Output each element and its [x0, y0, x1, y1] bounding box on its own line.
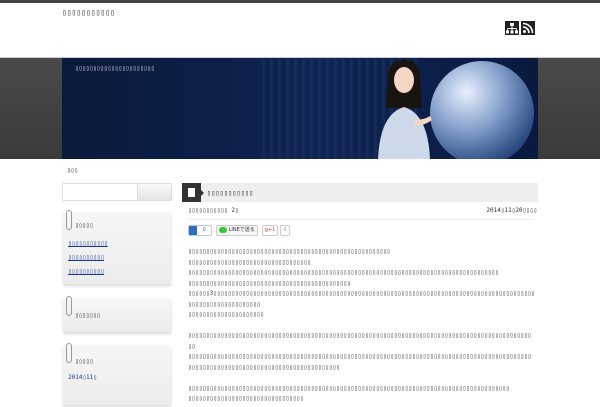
body-line: ▯▯▯▯▯▯▯▯▯▯▯▯▯▯▯▯▯▯▯▯▯▯▯▯▯▯▯▯▯▯▯▯▯▯▯▯▯▯▯▯…	[188, 363, 340, 371]
post-body: ▯▯▯▯▯▯▯▯▯▯▯▯▯▯▯▯▯▯▯▯▯▯▯▯▯▯▯▯▯▯▯▯▯▯▯▯▯▯▯▯…	[188, 249, 535, 407]
google-plus-button[interactable]: g+1	[262, 225, 278, 236]
body-line	[188, 375, 535, 386]
breadcrumb[interactable]: ▯▯▯	[67, 168, 78, 174]
body-line: ▯▯▯▯▯▯▯▯▯▯▯▯▯▯▯▯▯▯▯▯▯▯▯▯▯▯▯▯▯▯▯▯▯▯▯▯▯▯▯▯…	[188, 269, 499, 276]
globe-image	[430, 61, 534, 159]
line-icon	[219, 226, 227, 233]
page-icon	[182, 183, 204, 202]
hatena-icon	[189, 226, 197, 235]
post-date: 2014▯11▯20▯▯▯▯	[486, 207, 537, 214]
google-plus-count: 0	[280, 225, 290, 236]
body-line: ▯▯▯▯▯▯3▯▯▯▯▯▯▯▯▯▯▯▯▯▯▯▯▯▯▯▯▯▯▯▯▯▯▯▯▯▯▯▯▯…	[188, 290, 535, 297]
line-share-button[interactable]: LINEで送る	[216, 225, 258, 236]
post-title-bar: ▯▯▯▯▯▯▯▯▯▯▯	[182, 183, 538, 202]
post-title: ▯▯▯▯▯▯▯▯▯▯▯	[207, 189, 254, 197]
woman-image	[378, 60, 432, 159]
body-line: ▯▯▯▯▯▯▯▯▯▯▯▯▯▯▯▯▯▯▯▯▯▯▯▯▯▯▯▯▯▯▯▯▯▯▯▯▯▯▯▯…	[188, 332, 532, 339]
widget-title: ▯▯▯▯▯▯▯	[75, 312, 101, 319]
body-line: ▯▯▯▯▯▯▯▯▯▯▯▯▯▯▯▯▯▯▯▯▯▯▯▯▯▯▯▯▯▯▯▯▯▯▯▯▯▯▯▯…	[188, 248, 391, 255]
archive-link[interactable]: 2014▯11▯	[68, 375, 97, 381]
paperclip-icon	[66, 210, 72, 230]
rss-icon[interactable]	[521, 21, 535, 35]
widget-comments: ▯▯▯▯▯▯▯	[63, 296, 171, 332]
widget-recent-posts: ▯▯▯▯▯ ▯▯▯▯▯▯▯▯▯▯▯ ▯▯▯▯▯▯▯▯▯▯ ▯▯▯▯▯▯▯▯▯▯	[63, 210, 171, 284]
sitemap-icon[interactable]	[505, 21, 519, 35]
widget-link[interactable]: ▯▯▯▯▯▯▯▯▯▯	[68, 269, 104, 275]
header-banner: ▯▯▯▯▯▯▯▯▯▯▯▯▯▯▯▯▯▯▯▯▯▯	[62, 58, 538, 159]
search-button[interactable]	[137, 184, 171, 200]
site-tagline: ▯▯▯▯▯▯▯▯▯▯▯▯▯▯▯▯▯▯▯▯▯▯	[75, 65, 155, 72]
paperclip-icon	[66, 296, 72, 316]
banner-area: ▯▯▯▯▯▯▯▯▯▯▯▯▯▯▯▯▯▯▯▯▯▯	[0, 57, 600, 159]
top-border	[0, 0, 600, 3]
widget-title: ▯▯▯▯▯	[75, 358, 94, 365]
body-line: ▯▯▯▯▯▯▯▯▯▯▯▯▯▯▯▯▯▯▯▯▯▯▯▯▯▯▯▯▯▯▯▯	[188, 395, 304, 402]
divider	[188, 219, 533, 220]
paperclip-icon	[66, 343, 72, 363]
widget-title: ▯▯▯▯▯	[75, 222, 94, 229]
hatena-count: 0	[202, 227, 206, 233]
body-line: ▯▯▯▯▯▯▯▯▯▯▯▯▯▯▯▯▯▯▯▯▯	[188, 311, 264, 318]
site-title[interactable]: ▯▯▯▯▯▯▯▯▯▯▯	[62, 9, 115, 17]
widget-archives: ▯▯▯▯▯ 2014▯11▯	[63, 343, 171, 405]
widget-link[interactable]: ▯▯▯▯▯▯▯▯▯▯▯	[68, 241, 108, 247]
hatena-bookmark-button[interactable]: 0	[188, 225, 212, 236]
post-meta: ▯▯▯▯▯▯▯▯▯▯▯ 2▯	[188, 207, 239, 214]
body-line: ▯▯▯▯▯▯▯▯▯▯▯▯▯▯▯▯▯▯▯▯▯▯▯▯▯▯▯▯▯▯▯▯▯▯▯▯▯▯▯▯…	[188, 353, 532, 360]
widget-link[interactable]: ▯▯▯▯▯▯▯▯▯▯	[68, 255, 104, 261]
search-input[interactable]	[62, 183, 172, 201]
line-label: LINEで送る	[228, 227, 255, 233]
